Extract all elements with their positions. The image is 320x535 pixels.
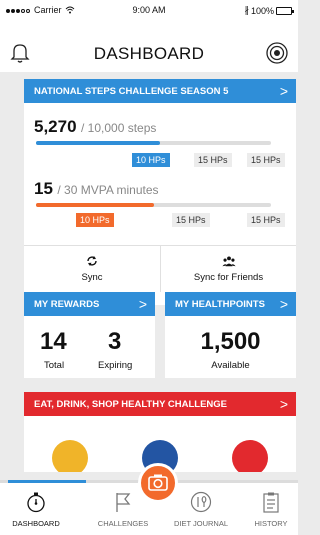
battery-percent: 100%	[250, 5, 274, 16]
tab-dashboard[interactable]: DASHBOARD	[4, 483, 68, 528]
steps-challenge-title: NATIONAL STEPS CHALLENGE SEASON 5	[34, 85, 229, 97]
steps-tier-1-tag: 10 HPs	[132, 153, 170, 167]
steps-value: 5,270	[34, 117, 77, 136]
steps-progress-track	[36, 141, 271, 145]
mvpa-tier-2-tag: 15 HPs	[172, 213, 210, 227]
steps-tier-2-tag: 15 HPs	[194, 153, 232, 167]
camera-icon	[148, 474, 168, 491]
steps-challenge-banner[interactable]: NATIONAL STEPS CHALLENGE SEASON 5 >	[24, 79, 296, 103]
sync-icon	[87, 256, 97, 266]
chevron-right-icon: >	[279, 83, 288, 99]
chevron-right-icon: >	[279, 396, 288, 412]
radar-icon[interactable]	[266, 42, 288, 64]
chevron-right-icon: >	[138, 296, 147, 312]
rewards-total-value: 14	[40, 328, 67, 355]
tab-diet-journal-label: DIET JOURNAL	[173, 519, 229, 528]
tab-dashboard-label: DASHBOARD	[12, 519, 60, 528]
friends-icon	[221, 256, 236, 267]
bluetooth-icon: ∦	[244, 5, 249, 15]
sync-button[interactable]: Sync	[24, 246, 160, 292]
healthpoints-label: Available	[211, 360, 250, 371]
app-header: DASHBOARD	[0, 20, 298, 72]
shop-category-icon[interactable]	[232, 440, 268, 472]
status-bar: Carrier 9:00 AM ∦ 100%	[0, 0, 298, 20]
food-category-icon[interactable]	[52, 440, 88, 472]
steps-challenge-card: NATIONAL STEPS CHALLENGE SEASON 5 > 5,27…	[24, 79, 296, 305]
steps-target: / 10,000 steps	[81, 121, 157, 135]
mvpa-metric: 15 / 30 MVPA minutes	[34, 179, 159, 199]
healthpoints-card[interactable]: MY HEALTHPOINTS > 1,500 Available	[165, 292, 296, 378]
steps-progress-fill	[36, 141, 160, 145]
flag-icon	[116, 493, 131, 512]
clipboard-icon	[263, 492, 279, 513]
sync-label: Sync	[81, 272, 103, 283]
mvpa-progress-track	[36, 203, 271, 207]
eat-challenge-title: EAT, DRINK, SHOP HEALTHY CHALLENGE	[34, 398, 228, 410]
tab-history[interactable]: HISTORY	[244, 483, 298, 528]
steps-metric: 5,270 / 10,000 steps	[34, 117, 156, 137]
rewards-card[interactable]: MY REWARDS > 14 Total 3 Expiring	[24, 292, 155, 378]
steps-tier-3-tag: 15 HPs	[247, 153, 285, 167]
rewards-title: MY REWARDS	[34, 298, 100, 310]
healthpoints-value: 1,500	[200, 328, 261, 355]
sync-friends-button[interactable]: Sync for Friends	[161, 246, 296, 292]
stopwatch-icon	[27, 492, 45, 513]
page-title: DASHBOARD	[93, 44, 205, 63]
healthpoints-title: MY HEALTHPOINTS	[175, 298, 265, 310]
tab-challenges-label: CHALLENGES	[97, 519, 149, 528]
mvpa-tier-1-tag: 10 HPs	[76, 213, 114, 227]
mvpa-progress-fill	[36, 203, 154, 207]
sync-row: Sync Sync for Friends	[24, 245, 296, 292]
chevron-right-icon: >	[279, 296, 288, 312]
eat-challenge-card[interactable]: EAT, DRINK, SHOP HEALTHY CHALLENGE >	[24, 392, 296, 472]
mvpa-target: / 30 MVPA minutes	[57, 183, 159, 197]
healthpoints-banner[interactable]: MY HEALTHPOINTS >	[165, 292, 296, 316]
eat-challenge-banner[interactable]: EAT, DRINK, SHOP HEALTHY CHALLENGE >	[24, 392, 296, 416]
status-right: ∦ 100%	[244, 5, 294, 16]
tab-history-label: HISTORY	[254, 519, 288, 528]
camera-button[interactable]	[138, 463, 178, 503]
mvpa-value: 15	[34, 179, 53, 198]
dashboard-content[interactable]: NATIONAL STEPS CHALLENGE SEASON 5 > 5,27…	[0, 72, 298, 472]
rewards-banner[interactable]: MY REWARDS >	[24, 292, 155, 316]
rewards-expiring-label: Expiring	[98, 360, 133, 371]
fork-spoon-icon	[190, 491, 212, 513]
battery-icon	[276, 6, 294, 15]
mvpa-tier-3-tag: 15 HPs	[247, 213, 285, 227]
rewards-expiring-value: 3	[108, 328, 122, 355]
sync-friends-label: Sync for Friends	[193, 272, 264, 283]
rewards-total-label: Total	[44, 360, 65, 371]
